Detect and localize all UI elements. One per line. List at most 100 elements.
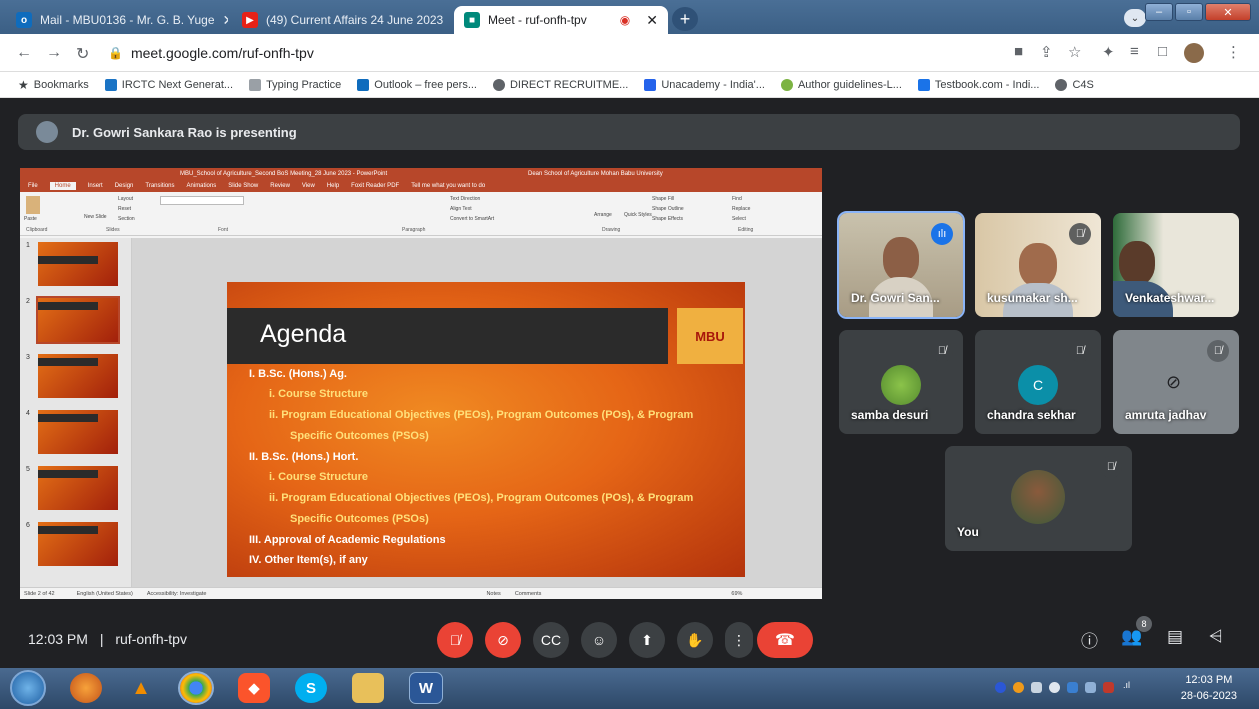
participant-tile[interactable]: ılı Dr. Gowri San... [837, 211, 965, 319]
arrange-label[interactable]: Arrange [594, 212, 612, 218]
tab-search-chevron-icon[interactable]: ⌄ [1124, 9, 1146, 27]
close-window-button[interactable]: ✕ [1205, 3, 1251, 21]
select-label[interactable]: Select [732, 216, 746, 222]
zoom-level[interactable]: 69% [731, 591, 742, 597]
close-tab-icon[interactable]: ✕ [638, 12, 658, 29]
participant-tile[interactable]: ⊘ 🎙̸ amruta jadhav [1113, 330, 1239, 434]
bookmarks-menu[interactable]: ★ Bookmarks [18, 78, 89, 92]
close-tab-icon[interactable]: ✕ [443, 12, 450, 29]
reset-label[interactable]: Reset [118, 206, 131, 212]
bookmark-item[interactable]: IRCTC Next Generat... [104, 78, 233, 91]
reload-icon[interactable]: ↻ [76, 44, 89, 64]
maximize-button[interactable]: ▫ [1175, 3, 1203, 21]
leave-call-button[interactable]: ☎ [757, 622, 813, 658]
notes-button[interactable]: Notes [486, 591, 500, 597]
side-panel-icon[interactable]: □ [1158, 43, 1167, 60]
text-direction-label[interactable]: Text Direction [450, 196, 480, 202]
ppt-menu-item[interactable]: Design [115, 183, 134, 189]
ppt-menu-item[interactable]: View [302, 183, 315, 189]
participant-tile[interactable]: 🎙̸ samba desuri [839, 330, 963, 434]
bookmark-star-icon[interactable]: ☆ [1068, 43, 1081, 61]
font-name-dropdown[interactable] [160, 196, 244, 205]
vlc-icon[interactable]: ▲ [125, 673, 157, 703]
ppt-menu-item[interactable]: Animations [187, 183, 217, 189]
tab-youtube[interactable]: ▶ (49) Current Affairs 24 June 2023 ✕ [232, 6, 450, 34]
back-icon[interactable]: ← [16, 44, 32, 62]
layout-label[interactable]: Layout [118, 196, 133, 202]
bookmark-item[interactable]: Author guidelines-L... [780, 78, 902, 91]
paste-icon[interactable] [26, 196, 40, 214]
slide-thumbnail[interactable] [38, 242, 118, 286]
reactions-button[interactable]: ☺ [581, 622, 617, 658]
tab-mail[interactable]: o Mail - MBU0136 - Mr. G. B. Yuge ✕ [6, 6, 228, 34]
slide-thumbnail[interactable] [38, 354, 118, 398]
ppt-menu-item[interactable]: Help [327, 183, 339, 189]
bookmark-item[interactable]: Unacademy - India'... [644, 78, 765, 91]
ppt-menu-item[interactable]: Review [270, 183, 290, 189]
tray-app-icon[interactable] [1067, 682, 1078, 693]
shape-fill-label[interactable]: Shape Fill [652, 196, 674, 202]
shape-effects-label[interactable]: Shape Effects [652, 216, 683, 222]
share-icon[interactable]: ⇪ [1040, 43, 1053, 61]
ppt-menu-item[interactable]: Foxit Reader PDF [351, 183, 399, 189]
minimize-button[interactable]: – [1145, 3, 1173, 21]
meeting-info-icon[interactable]: ⓘ [1081, 627, 1098, 652]
tab-meet[interactable]: ■ Meet - ruf-onfh-tpv ◉ ✕ [454, 6, 668, 34]
activities-icon[interactable]: ⩤ [1209, 627, 1223, 647]
bookmark-item[interactable]: Testbook.com - Indi... [917, 78, 1039, 91]
signal-icon[interactable]: .ıl [1123, 680, 1134, 691]
word-icon[interactable]: W [409, 672, 443, 704]
tray-clock[interactable]: 12:03 PM 28-06-2023 [1181, 672, 1237, 704]
skype-icon[interactable]: S [295, 673, 327, 703]
file-explorer-icon[interactable] [352, 673, 384, 703]
bookmark-item[interactable]: C4S [1055, 78, 1094, 91]
participant-tile[interactable]: Venkateshwar... [1113, 213, 1239, 317]
chrome-icon[interactable] [178, 671, 214, 705]
participant-tile[interactable]: C 🎙̸ chandra sekhar [975, 330, 1101, 434]
more-options-button[interactable]: ⋮ [725, 622, 753, 658]
chat-icon[interactable]: ▤ [1167, 627, 1183, 647]
replace-label[interactable]: Replace [732, 206, 750, 212]
forward-icon[interactable]: → [46, 44, 62, 62]
network-device-icon[interactable] [1031, 682, 1042, 693]
new-tab-button[interactable]: + [672, 7, 698, 31]
convert-smartart-label[interactable]: Convert to SmartArt [450, 216, 494, 222]
comments-button[interactable]: Comments [515, 591, 542, 597]
ppt-menu-item[interactable]: Tell me what you want to do [411, 183, 485, 189]
slide-thumbnail[interactable] [38, 466, 118, 510]
shape-outline-label[interactable]: Shape Outline [652, 206, 684, 212]
slide-thumbnail[interactable] [38, 522, 118, 566]
tray-app-icon[interactable] [1085, 682, 1096, 693]
menu-kebab-icon[interactable]: ⋮ [1226, 43, 1241, 61]
bookmark-item[interactable]: Outlook – free pers... [357, 78, 477, 91]
url-input[interactable]: 🔒 meet.google.com/ruf-onfh-tpv [108, 39, 988, 67]
ppt-menu-item[interactable]: File [28, 183, 38, 189]
reading-list-icon[interactable]: ≡ [1130, 43, 1139, 60]
align-text-label[interactable]: Align Text [450, 206, 472, 212]
tray-app-icon[interactable] [1013, 682, 1024, 693]
slide-thumbnail[interactable] [38, 410, 118, 454]
quick-styles-label[interactable]: Quick Styles [624, 212, 652, 218]
raise-hand-button[interactable]: ✋ [677, 622, 713, 658]
people-icon[interactable]: 👥 [1121, 627, 1142, 647]
volume-icon[interactable] [1049, 682, 1060, 693]
start-button[interactable] [10, 670, 46, 706]
ppt-menu-item[interactable]: Slide Show [228, 183, 258, 189]
slide-thumbnail-selected[interactable] [36, 296, 120, 344]
tray-app-icon[interactable] [995, 682, 1006, 693]
close-tab-icon[interactable]: ✕ [215, 12, 228, 29]
flag-icon[interactable] [1103, 682, 1114, 693]
new-slide-label[interactable]: New Slide [84, 214, 107, 220]
bookmark-item[interactable]: Typing Practice [249, 78, 341, 91]
find-label[interactable]: Find [732, 196, 742, 202]
ppt-menu-item[interactable]: Transitions [145, 183, 174, 189]
mic-toggle-button[interactable]: 🎙̸ [437, 622, 473, 658]
section-label[interactable]: Section [118, 216, 135, 222]
captions-button[interactable]: CC [533, 622, 569, 658]
ppt-menu-item[interactable]: Insert [88, 183, 103, 189]
brave-icon[interactable]: ◆ [238, 673, 270, 703]
profile-avatar[interactable] [1184, 43, 1204, 63]
self-tile[interactable]: 🎙̸ You [945, 446, 1132, 551]
accessibility-status[interactable]: Accessibility: Investigate [147, 591, 207, 597]
ppt-menu-item[interactable]: Home [49, 182, 76, 190]
